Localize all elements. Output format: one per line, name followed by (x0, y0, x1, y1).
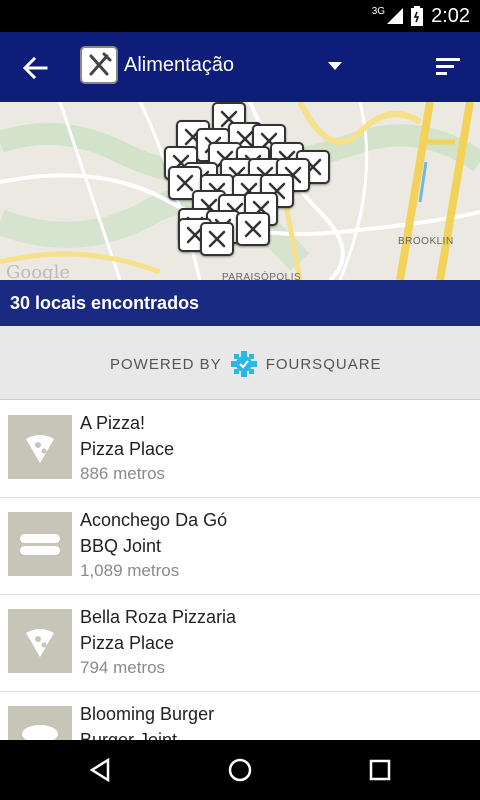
place-name: A Pizza! (80, 413, 146, 433)
place-distance: 794 metros (80, 658, 166, 677)
map-pin[interactable] (236, 212, 270, 246)
place-distance: 1,089 metros (80, 561, 180, 580)
place-name: Bella Roza Pizzaria (80, 607, 237, 627)
list-item[interactable]: Bella Roza Pizzaria Pizza Place 794 metr… (0, 594, 480, 692)
map-label-brooklin: BROOKLIN (398, 236, 454, 247)
place-name: Aconchego Da Gó (80, 510, 228, 530)
foursquare-brand: FOURSQUARE (265, 355, 382, 373)
signal-icon (387, 8, 404, 24)
list-item[interactable]: Aconchego Da Gó BBQ Joint 1,089 metros (0, 497, 480, 595)
map-pin[interactable] (200, 222, 234, 256)
results-banner: 30 locais encontrados (0, 280, 480, 326)
category-title[interactable]: Alimentação (124, 54, 234, 77)
results-count: 30 locais encontrados (10, 293, 200, 313)
google-logo: Google (6, 262, 70, 280)
fork-knife-icon (80, 46, 118, 84)
app-bar: Alimentação (0, 32, 480, 102)
powered-by-label: POWERED BY (110, 355, 222, 373)
list-item[interactable]: A Pizza! Pizza Place 886 metros (0, 400, 480, 498)
powered-by-row: POWERED BY FOURSQUARE (110, 350, 382, 378)
place-category: Pizza Place (80, 439, 175, 459)
clock: 2:02 (431, 4, 470, 27)
burger-icon (8, 706, 72, 740)
status-indicators: 3G 2:02 (372, 0, 470, 32)
status-bar: 3G 2:02 (0, 0, 480, 32)
caret-down-icon[interactable] (328, 62, 342, 70)
sort-icon[interactable] (436, 56, 462, 78)
fork-knife-icon (208, 230, 226, 248)
sausage-icon (8, 512, 72, 576)
map-label-paraisopolis: PARAISÓPOLIS (222, 272, 302, 280)
place-category: Pizza Place (80, 633, 175, 653)
place-category: Burger Joint (80, 730, 178, 740)
places-list[interactable]: A Pizza! Pizza Place 886 metros Aconcheg… (0, 400, 480, 740)
home-nav-icon[interactable] (226, 756, 254, 784)
recents-nav-icon[interactable] (366, 756, 394, 784)
battery-icon (411, 6, 424, 26)
list-item[interactable]: Blooming Burger Burger Joint (0, 691, 480, 740)
pizza-icon (8, 609, 72, 673)
arrow-left-icon[interactable] (20, 54, 50, 82)
navigation-bar (0, 740, 480, 800)
map[interactable]: BROOKLIN PARAISÓPOLIS Google (0, 102, 480, 280)
back-nav-icon[interactable] (86, 756, 114, 784)
pizza-icon (8, 415, 72, 479)
place-category: BBQ Joint (80, 536, 162, 556)
foursquare-logo-icon (230, 351, 257, 377)
fork-knife-icon (244, 220, 262, 238)
powered-by-foursquare: POWERED BY FOURSQUARE (0, 326, 480, 400)
network-type: 3G (371, 5, 386, 17)
place-name: Blooming Burger (80, 704, 215, 724)
place-distance: 886 metros (80, 464, 166, 483)
